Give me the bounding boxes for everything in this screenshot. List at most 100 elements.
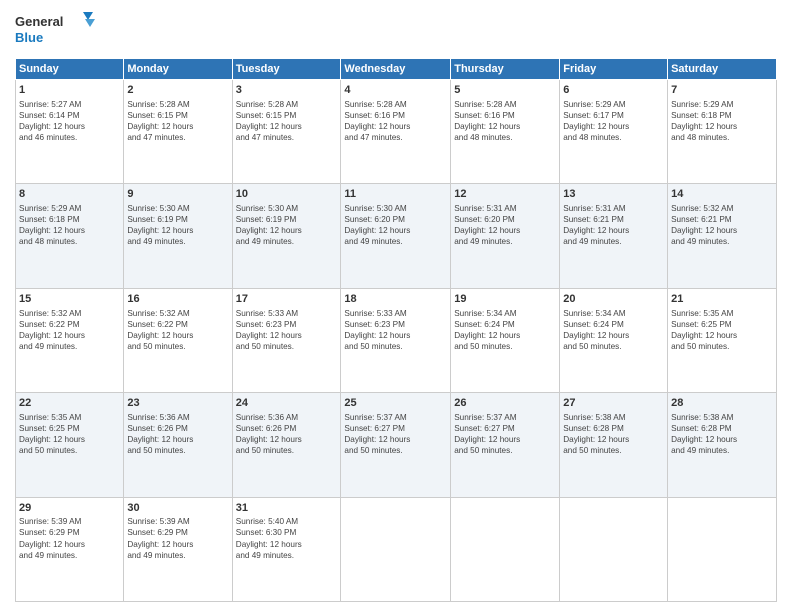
day-number: 13: [563, 187, 664, 202]
day-cell-empty: [341, 497, 451, 601]
day-info: Sunrise: 5:31 AM Sunset: 6:20 PM Dayligh…: [454, 203, 556, 247]
day-cell-7: 7Sunrise: 5:29 AM Sunset: 6:18 PM Daylig…: [668, 80, 777, 184]
day-cell-27: 27Sunrise: 5:38 AM Sunset: 6:28 PM Dayli…: [560, 393, 668, 497]
day-info: Sunrise: 5:29 AM Sunset: 6:17 PM Dayligh…: [563, 99, 664, 143]
day-cell-28: 28Sunrise: 5:38 AM Sunset: 6:28 PM Dayli…: [668, 393, 777, 497]
day-cell-26: 26Sunrise: 5:37 AM Sunset: 6:27 PM Dayli…: [451, 393, 560, 497]
day-cell-16: 16Sunrise: 5:32 AM Sunset: 6:22 PM Dayli…: [124, 288, 232, 392]
day-info: Sunrise: 5:35 AM Sunset: 6:25 PM Dayligh…: [671, 308, 773, 352]
day-cell-4: 4Sunrise: 5:28 AM Sunset: 6:16 PM Daylig…: [341, 80, 451, 184]
day-number: 26: [454, 396, 556, 411]
day-info: Sunrise: 5:33 AM Sunset: 6:23 PM Dayligh…: [236, 308, 338, 352]
day-cell-9: 9Sunrise: 5:30 AM Sunset: 6:19 PM Daylig…: [124, 184, 232, 288]
day-info: Sunrise: 5:38 AM Sunset: 6:28 PM Dayligh…: [671, 412, 773, 456]
day-number: 22: [19, 396, 120, 411]
day-info: Sunrise: 5:28 AM Sunset: 6:16 PM Dayligh…: [344, 99, 447, 143]
day-cell-23: 23Sunrise: 5:36 AM Sunset: 6:26 PM Dayli…: [124, 393, 232, 497]
day-number: 1: [19, 83, 120, 98]
week-row-5: 29Sunrise: 5:39 AM Sunset: 6:29 PM Dayli…: [16, 497, 777, 601]
day-cell-empty: [668, 497, 777, 601]
day-cell-25: 25Sunrise: 5:37 AM Sunset: 6:27 PM Dayli…: [341, 393, 451, 497]
day-info: Sunrise: 5:28 AM Sunset: 6:15 PM Dayligh…: [127, 99, 228, 143]
day-number: 4: [344, 83, 447, 98]
header-thursday: Thursday: [451, 59, 560, 80]
header-sunday: Sunday: [16, 59, 124, 80]
calendar-table: SundayMondayTuesdayWednesdayThursdayFrid…: [15, 58, 777, 602]
day-number: 6: [563, 83, 664, 98]
day-number: 31: [236, 501, 338, 516]
day-cell-empty: [560, 497, 668, 601]
day-cell-18: 18Sunrise: 5:33 AM Sunset: 6:23 PM Dayli…: [341, 288, 451, 392]
day-info: Sunrise: 5:35 AM Sunset: 6:25 PM Dayligh…: [19, 412, 120, 456]
day-cell-20: 20Sunrise: 5:34 AM Sunset: 6:24 PM Dayli…: [560, 288, 668, 392]
week-row-1: 1Sunrise: 5:27 AM Sunset: 6:14 PM Daylig…: [16, 80, 777, 184]
day-number: 18: [344, 292, 447, 307]
header: General Blue: [15, 10, 777, 50]
day-info: Sunrise: 5:32 AM Sunset: 6:22 PM Dayligh…: [127, 308, 228, 352]
day-info: Sunrise: 5:34 AM Sunset: 6:24 PM Dayligh…: [563, 308, 664, 352]
svg-text:Blue: Blue: [15, 30, 43, 45]
day-cell-14: 14Sunrise: 5:32 AM Sunset: 6:21 PM Dayli…: [668, 184, 777, 288]
day-number: 10: [236, 187, 338, 202]
day-cell-13: 13Sunrise: 5:31 AM Sunset: 6:21 PM Dayli…: [560, 184, 668, 288]
day-info: Sunrise: 5:28 AM Sunset: 6:15 PM Dayligh…: [236, 99, 338, 143]
day-cell-8: 8Sunrise: 5:29 AM Sunset: 6:18 PM Daylig…: [16, 184, 124, 288]
day-number: 3: [236, 83, 338, 98]
week-row-4: 22Sunrise: 5:35 AM Sunset: 6:25 PM Dayli…: [16, 393, 777, 497]
day-cell-24: 24Sunrise: 5:36 AM Sunset: 6:26 PM Dayli…: [232, 393, 341, 497]
day-number: 9: [127, 187, 228, 202]
day-info: Sunrise: 5:37 AM Sunset: 6:27 PM Dayligh…: [344, 412, 447, 456]
day-info: Sunrise: 5:29 AM Sunset: 6:18 PM Dayligh…: [671, 99, 773, 143]
page: General Blue SundayMondayTuesdayWednesda…: [0, 0, 792, 612]
day-info: Sunrise: 5:27 AM Sunset: 6:14 PM Dayligh…: [19, 99, 120, 143]
day-number: 14: [671, 187, 773, 202]
day-cell-21: 21Sunrise: 5:35 AM Sunset: 6:25 PM Dayli…: [668, 288, 777, 392]
day-number: 16: [127, 292, 228, 307]
header-friday: Friday: [560, 59, 668, 80]
day-info: Sunrise: 5:30 AM Sunset: 6:19 PM Dayligh…: [127, 203, 228, 247]
day-info: Sunrise: 5:38 AM Sunset: 6:28 PM Dayligh…: [563, 412, 664, 456]
day-number: 8: [19, 187, 120, 202]
header-saturday: Saturday: [668, 59, 777, 80]
day-info: Sunrise: 5:36 AM Sunset: 6:26 PM Dayligh…: [236, 412, 338, 456]
day-number: 24: [236, 396, 338, 411]
day-cell-1: 1Sunrise: 5:27 AM Sunset: 6:14 PM Daylig…: [16, 80, 124, 184]
day-number: 21: [671, 292, 773, 307]
day-info: Sunrise: 5:31 AM Sunset: 6:21 PM Dayligh…: [563, 203, 664, 247]
day-number: 25: [344, 396, 447, 411]
day-number: 23: [127, 396, 228, 411]
day-number: 20: [563, 292, 664, 307]
day-cell-3: 3Sunrise: 5:28 AM Sunset: 6:15 PM Daylig…: [232, 80, 341, 184]
logo: General Blue: [15, 10, 95, 50]
week-row-3: 15Sunrise: 5:32 AM Sunset: 6:22 PM Dayli…: [16, 288, 777, 392]
day-cell-12: 12Sunrise: 5:31 AM Sunset: 6:20 PM Dayli…: [451, 184, 560, 288]
day-number: 28: [671, 396, 773, 411]
day-number: 30: [127, 501, 228, 516]
day-number: 7: [671, 83, 773, 98]
day-cell-17: 17Sunrise: 5:33 AM Sunset: 6:23 PM Dayli…: [232, 288, 341, 392]
day-number: 19: [454, 292, 556, 307]
svg-text:General: General: [15, 14, 63, 29]
header-wednesday: Wednesday: [341, 59, 451, 80]
day-cell-11: 11Sunrise: 5:30 AM Sunset: 6:20 PM Dayli…: [341, 184, 451, 288]
day-info: Sunrise: 5:39 AM Sunset: 6:29 PM Dayligh…: [19, 516, 120, 560]
day-cell-empty: [451, 497, 560, 601]
day-cell-2: 2Sunrise: 5:28 AM Sunset: 6:15 PM Daylig…: [124, 80, 232, 184]
header-tuesday: Tuesday: [232, 59, 341, 80]
day-info: Sunrise: 5:29 AM Sunset: 6:18 PM Dayligh…: [19, 203, 120, 247]
day-info: Sunrise: 5:32 AM Sunset: 6:21 PM Dayligh…: [671, 203, 773, 247]
day-cell-5: 5Sunrise: 5:28 AM Sunset: 6:16 PM Daylig…: [451, 80, 560, 184]
day-info: Sunrise: 5:36 AM Sunset: 6:26 PM Dayligh…: [127, 412, 228, 456]
day-number: 27: [563, 396, 664, 411]
day-info: Sunrise: 5:39 AM Sunset: 6:29 PM Dayligh…: [127, 516, 228, 560]
day-number: 29: [19, 501, 120, 516]
week-row-2: 8Sunrise: 5:29 AM Sunset: 6:18 PM Daylig…: [16, 184, 777, 288]
day-cell-31: 31Sunrise: 5:40 AM Sunset: 6:30 PM Dayli…: [232, 497, 341, 601]
day-cell-6: 6Sunrise: 5:29 AM Sunset: 6:17 PM Daylig…: [560, 80, 668, 184]
day-cell-22: 22Sunrise: 5:35 AM Sunset: 6:25 PM Dayli…: [16, 393, 124, 497]
day-number: 12: [454, 187, 556, 202]
logo-svg: General Blue: [15, 10, 95, 50]
day-number: 11: [344, 187, 447, 202]
header-monday: Monday: [124, 59, 232, 80]
day-info: Sunrise: 5:40 AM Sunset: 6:30 PM Dayligh…: [236, 516, 338, 560]
